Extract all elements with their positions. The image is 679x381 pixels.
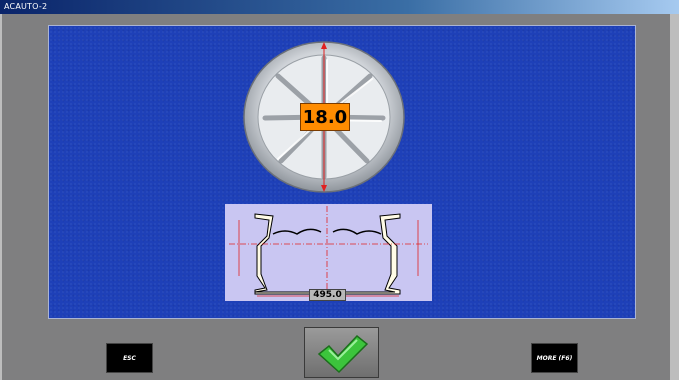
confirm-button[interactable]	[304, 327, 379, 378]
app-window: ACAUTO-2 18.0 495.0 ESC MORE (F6)	[0, 0, 679, 380]
esc-button[interactable]: ESC	[106, 343, 153, 373]
esc-button-label: ESC	[123, 354, 136, 362]
rim-width-value: 495.0	[309, 289, 346, 301]
rim-profile-diagram	[225, 204, 432, 301]
title-bar: ACAUTO-2	[0, 0, 679, 14]
window-frame-right	[670, 14, 679, 380]
window-frame-left	[0, 14, 2, 380]
diameter-value: 18.0	[300, 103, 350, 131]
more-button[interactable]: MORE (F6)	[531, 343, 578, 373]
checkmark-icon	[317, 334, 369, 374]
window-title: ACAUTO-2	[4, 2, 48, 11]
more-button-label: MORE (F6)	[536, 354, 573, 362]
